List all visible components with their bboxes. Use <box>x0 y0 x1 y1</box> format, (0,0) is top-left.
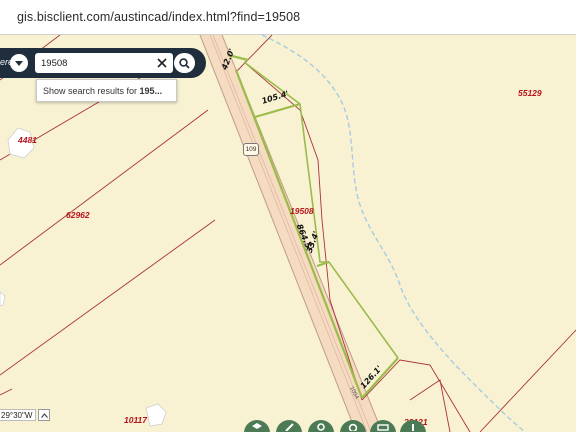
browser-url-bar[interactable]: gis.bisclient.com/austincad/index.html?f… <box>0 0 576 35</box>
search-suggestion[interactable]: Show search results for 195... <box>36 79 177 102</box>
coordinates-text: 29°30"W <box>1 410 33 420</box>
suggestion-term: 195... <box>139 85 163 96</box>
search-icon <box>348 423 358 431</box>
highway-lane-line <box>212 35 372 432</box>
search-input-value[interactable]: 19508 <box>41 58 67 69</box>
parcel-label[interactable]: 19508 <box>290 206 314 216</box>
coordinates-readout: 29°30"W <box>0 409 37 421</box>
highway-corridor <box>200 35 382 432</box>
chevron-up-icon <box>40 412 48 418</box>
clear-icon[interactable] <box>156 57 168 69</box>
measure-icon <box>377 424 389 431</box>
parcel-label[interactable]: 55129 <box>518 88 542 98</box>
suggestion-prefix: Show search results for <box>43 85 140 96</box>
pencil-icon <box>285 423 294 431</box>
layers-icon <box>252 423 262 429</box>
info-icon <box>412 424 414 431</box>
building-shape <box>145 403 167 427</box>
search-input[interactable]: 19508 <box>35 53 173 73</box>
parcel-label[interactable]: 10117 <box>124 415 147 425</box>
search-icon <box>179 57 190 69</box>
selected-parcel-outline <box>227 53 399 399</box>
parcel-label[interactable]: 4481 <box>18 135 37 145</box>
parcel-label[interactable]: 62962 <box>66 210 90 220</box>
search-widget: ere: 19508 <box>0 48 206 78</box>
caret-down-icon <box>15 60 23 66</box>
highway-shield: 109 <box>243 143 259 156</box>
page: gis.bisclient.com/austincad/index.html?f… <box>0 0 576 432</box>
url-text[interactable]: gis.bisclient.com/austincad/index.html?f… <box>17 10 300 24</box>
coordinates-toggle-button[interactable] <box>38 409 50 421</box>
building-shape <box>0 291 6 307</box>
search-source-dropdown[interactable] <box>10 54 28 72</box>
suggestion-text[interactable]: Show search results for 195... <box>43 86 162 96</box>
pin-icon <box>317 423 325 431</box>
search-button[interactable] <box>174 53 195 73</box>
